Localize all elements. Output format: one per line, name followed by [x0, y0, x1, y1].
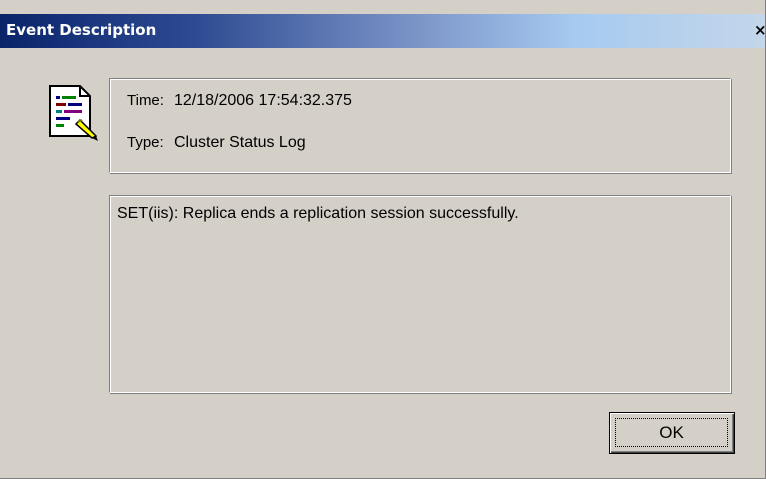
event-info-panel: Time: 12/18/2006 17:54:32.375 Type: Cluste…	[109, 78, 731, 173]
dialog-title: Event Description	[6, 21, 157, 39]
title-bar[interactable]: Event Description ×	[0, 14, 765, 48]
ok-button-label: OK	[615, 418, 728, 447]
event-description-panel: SET(iis): Replica ends a replication ses…	[109, 195, 731, 393]
document-pencil-icon	[48, 84, 100, 142]
type-row: Type: Cluster Status Log	[127, 134, 306, 152]
event-description-dialog: Event Description × Time: 12/18/2006 17:5…	[0, 0, 766, 479]
type-label: Type:	[127, 134, 164, 151]
close-button[interactable]: ×	[754, 21, 765, 39]
ok-button[interactable]: OK	[609, 412, 735, 454]
time-label: Time:	[127, 92, 164, 109]
time-value: 12/18/2006 17:54:32.375	[174, 92, 352, 109]
time-row: Time: 12/18/2006 17:54:32.375	[127, 92, 352, 110]
description-text: SET(iis): Replica ends a replication ses…	[117, 205, 519, 222]
type-value: Cluster Status Log	[174, 134, 306, 151]
